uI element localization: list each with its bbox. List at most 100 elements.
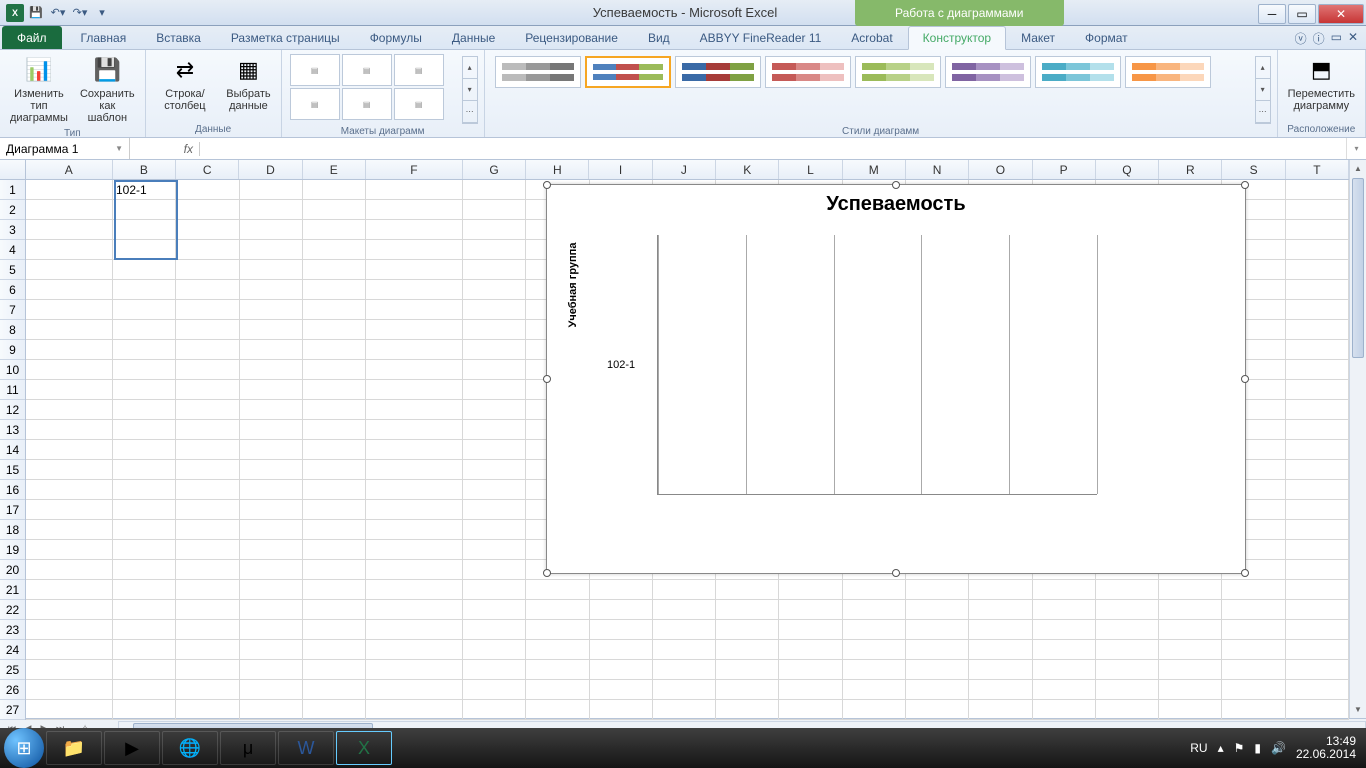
- scroll-up-icon[interactable]: ▲: [1350, 160, 1366, 177]
- cell[interactable]: [779, 580, 842, 600]
- cell[interactable]: [240, 280, 303, 300]
- cell[interactable]: [26, 280, 113, 300]
- cell[interactable]: [1286, 540, 1349, 560]
- cell[interactable]: [366, 220, 463, 240]
- column-header[interactable]: P: [1033, 160, 1096, 179]
- cell[interactable]: [1033, 620, 1096, 640]
- cell[interactable]: [176, 340, 239, 360]
- cell[interactable]: [969, 680, 1032, 700]
- cell[interactable]: [366, 580, 463, 600]
- cell[interactable]: [366, 700, 463, 720]
- cell[interactable]: [303, 660, 366, 680]
- cell[interactable]: [240, 460, 303, 480]
- cell[interactable]: [303, 540, 366, 560]
- tab-вставка[interactable]: Вставка: [141, 26, 216, 49]
- cell[interactable]: [303, 520, 366, 540]
- cell[interactable]: [176, 200, 239, 220]
- close-button[interactable]: ✕: [1318, 4, 1364, 24]
- cell[interactable]: [969, 600, 1032, 620]
- cell[interactable]: [113, 600, 176, 620]
- row-header[interactable]: 22: [0, 600, 25, 620]
- cell[interactable]: [303, 580, 366, 600]
- cell[interactable]: [366, 280, 463, 300]
- cell[interactable]: [303, 300, 366, 320]
- cell[interactable]: [1033, 700, 1096, 720]
- cell[interactable]: [463, 540, 526, 560]
- cell[interactable]: [176, 520, 239, 540]
- cell[interactable]: [653, 640, 716, 660]
- row-header[interactable]: 14: [0, 440, 25, 460]
- cell[interactable]: [240, 560, 303, 580]
- cell[interactable]: [26, 460, 113, 480]
- row-header[interactable]: 25: [0, 660, 25, 680]
- cell[interactable]: [1286, 460, 1349, 480]
- cell[interactable]: [303, 400, 366, 420]
- cell[interactable]: [463, 680, 526, 700]
- cell[interactable]: [906, 580, 969, 600]
- cell[interactable]: [113, 380, 176, 400]
- cell[interactable]: [463, 180, 526, 200]
- cell[interactable]: [463, 480, 526, 500]
- cell[interactable]: [779, 680, 842, 700]
- cell[interactable]: [176, 660, 239, 680]
- layout-swatch[interactable]: ▤: [290, 88, 340, 120]
- cell[interactable]: [906, 620, 969, 640]
- cell[interactable]: [843, 640, 906, 660]
- cell[interactable]: [176, 220, 239, 240]
- cell[interactable]: [303, 680, 366, 700]
- task-explorer[interactable]: 📁: [46, 731, 102, 765]
- row-header[interactable]: 12: [0, 400, 25, 420]
- column-header[interactable]: Q: [1096, 160, 1159, 179]
- cell[interactable]: [240, 360, 303, 380]
- cell[interactable]: [716, 640, 779, 660]
- cell[interactable]: [1159, 680, 1222, 700]
- row-header[interactable]: 10: [0, 360, 25, 380]
- doc-restore-icon[interactable]: ▭: [1331, 30, 1342, 47]
- chart-plot-area[interactable]: 102-1: [607, 235, 1107, 525]
- cell[interactable]: [779, 640, 842, 660]
- cell[interactable]: [590, 600, 653, 620]
- cell[interactable]: [463, 200, 526, 220]
- cell[interactable]: [1096, 600, 1159, 620]
- qat-customize-icon[interactable]: ▾: [92, 3, 112, 23]
- cell[interactable]: [240, 520, 303, 540]
- cell[interactable]: [26, 540, 113, 560]
- cell[interactable]: [463, 260, 526, 280]
- cell[interactable]: [113, 480, 176, 500]
- cell[interactable]: [843, 660, 906, 680]
- cell[interactable]: [303, 320, 366, 340]
- cell[interactable]: [1286, 680, 1349, 700]
- cell[interactable]: [463, 580, 526, 600]
- cell[interactable]: [366, 260, 463, 280]
- tab-данные[interactable]: Данные: [437, 26, 510, 49]
- cell[interactable]: [779, 620, 842, 640]
- move-chart-button[interactable]: ⬒ Переместить диаграмму: [1284, 52, 1359, 114]
- cell[interactable]: [303, 340, 366, 360]
- cell[interactable]: [26, 320, 113, 340]
- cell[interactable]: [1286, 660, 1349, 680]
- cell[interactable]: [176, 640, 239, 660]
- scroll-down-icon[interactable]: ▼: [1350, 701, 1366, 718]
- select-data-button[interactable]: ▦ Выбрать данные: [222, 52, 274, 114]
- row-header[interactable]: 27: [0, 700, 25, 720]
- cell[interactable]: [176, 480, 239, 500]
- cell[interactable]: [176, 500, 239, 520]
- cell[interactable]: [366, 640, 463, 660]
- cell[interactable]: [526, 660, 589, 680]
- cell[interactable]: [366, 200, 463, 220]
- cell[interactable]: [1033, 580, 1096, 600]
- column-header[interactable]: F: [366, 160, 463, 179]
- cell[interactable]: [1222, 580, 1285, 600]
- row-header[interactable]: 16: [0, 480, 25, 500]
- cell[interactable]: [1286, 360, 1349, 380]
- row-header[interactable]: 1: [0, 180, 25, 200]
- tab-рецензирование[interactable]: Рецензирование: [510, 26, 633, 49]
- tray-show-hidden-icon[interactable]: ▴: [1218, 741, 1224, 755]
- cell[interactable]: [366, 660, 463, 680]
- tray-volume-icon[interactable]: 🔊: [1271, 741, 1286, 755]
- start-button[interactable]: ⊞: [4, 728, 44, 768]
- cell[interactable]: [843, 700, 906, 720]
- cell[interactable]: [240, 540, 303, 560]
- cell[interactable]: [526, 580, 589, 600]
- tray-flag-icon[interactable]: ⚑: [1234, 741, 1245, 755]
